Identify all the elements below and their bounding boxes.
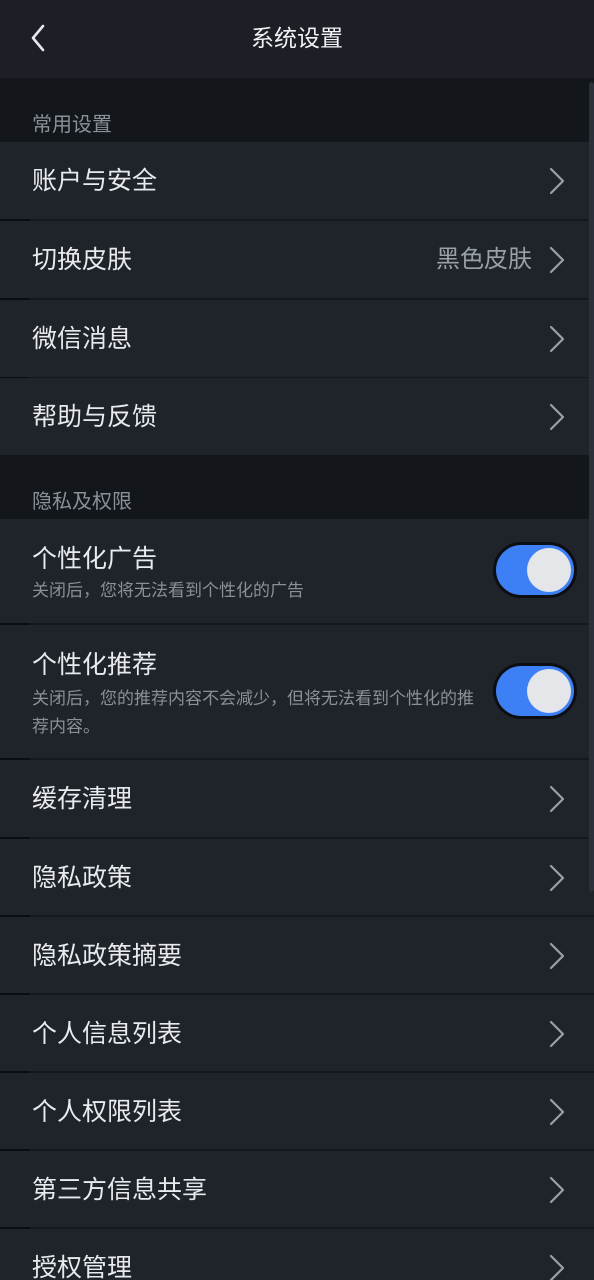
settings-item-label: 个人权限列表 [32,1097,183,1126]
chevron-right-icon [549,1254,565,1280]
settings-item-help-feedback[interactable]: 帮助与反馈 [0,378,594,455]
settings-item-label: 缓存清理 [32,784,133,813]
settings-item-label: 授权管理 [32,1253,133,1280]
chevron-right-icon [549,325,565,353]
settings-item-label: 个性化推荐 [32,650,158,679]
settings-item-label: 隐私政策 [32,863,133,892]
top-bar: 系统设置 [0,0,594,78]
chevron-right-icon [549,1020,565,1048]
chevron-right-icon [549,246,565,274]
personalized-ads-toggle[interactable] [496,545,574,595]
settings-item-wechat-messages[interactable]: 微信消息 [0,300,594,377]
page-title: 系统设置 [251,26,343,52]
settings-item-switch-skin[interactable]: 切换皮肤 黑色皮肤 [0,221,594,298]
toggle-knob [527,548,571,592]
settings-item-description: 关闭后，您的推荐内容不会减少，但将无法看到个性化的推荐内容。 [32,689,474,737]
settings-item-label: 个性化广告 [32,544,158,573]
section-title-privacy: 隐私及权限 [32,489,132,513]
chevron-right-icon [549,785,565,813]
chevron-right-icon [549,167,565,195]
chevron-right-icon [549,403,565,431]
chevron-right-icon [549,942,565,970]
settings-item-permission-list[interactable]: 个人权限列表 [0,1073,594,1150]
settings-item-authorization-management[interactable]: 授权管理 [0,1229,594,1280]
settings-item-personal-info-list[interactable]: 个人信息列表 [0,995,594,1072]
settings-item-label: 帮助与反馈 [32,402,158,431]
current-skin-value: 黑色皮肤 [436,245,532,273]
settings-item-label: 第三方信息共享 [32,1175,208,1204]
settings-item-third-party-sharing[interactable]: 第三方信息共享 [0,1151,594,1228]
settings-item-privacy-policy[interactable]: 隐私政策 [0,839,594,916]
chevron-right-icon [549,864,565,892]
settings-item-label: 隐私政策摘要 [32,941,183,970]
personalized-recommendations-toggle[interactable] [496,666,574,716]
settings-item-personalized-ads: 个性化广告 关闭后，您将无法看到个性化的广告 [0,519,594,623]
settings-item-label: 切换皮肤 [32,245,133,274]
settings-item-label: 微信消息 [32,324,133,353]
toggle-knob [527,669,571,713]
section-title-common: 常用设置 [32,112,112,136]
settings-item-personalized-recommendations: 个性化推荐 关闭后，您的推荐内容不会减少，但将无法看到个性化的推荐内容。 [0,625,594,758]
settings-item-label: 个人信息列表 [32,1019,183,1048]
settings-item-description: 关闭后，您将无法看到个性化的广告 [32,581,304,601]
scrollbar[interactable] [589,82,594,892]
chevron-right-icon [549,1176,565,1204]
settings-item-label: 账户与安全 [32,166,158,195]
chevron-right-icon [549,1098,565,1126]
settings-item-privacy-summary[interactable]: 隐私政策摘要 [0,917,594,994]
settings-item-clear-cache[interactable]: 缓存清理 [0,760,594,837]
settings-item-account-security[interactable]: 账户与安全 [0,142,594,219]
